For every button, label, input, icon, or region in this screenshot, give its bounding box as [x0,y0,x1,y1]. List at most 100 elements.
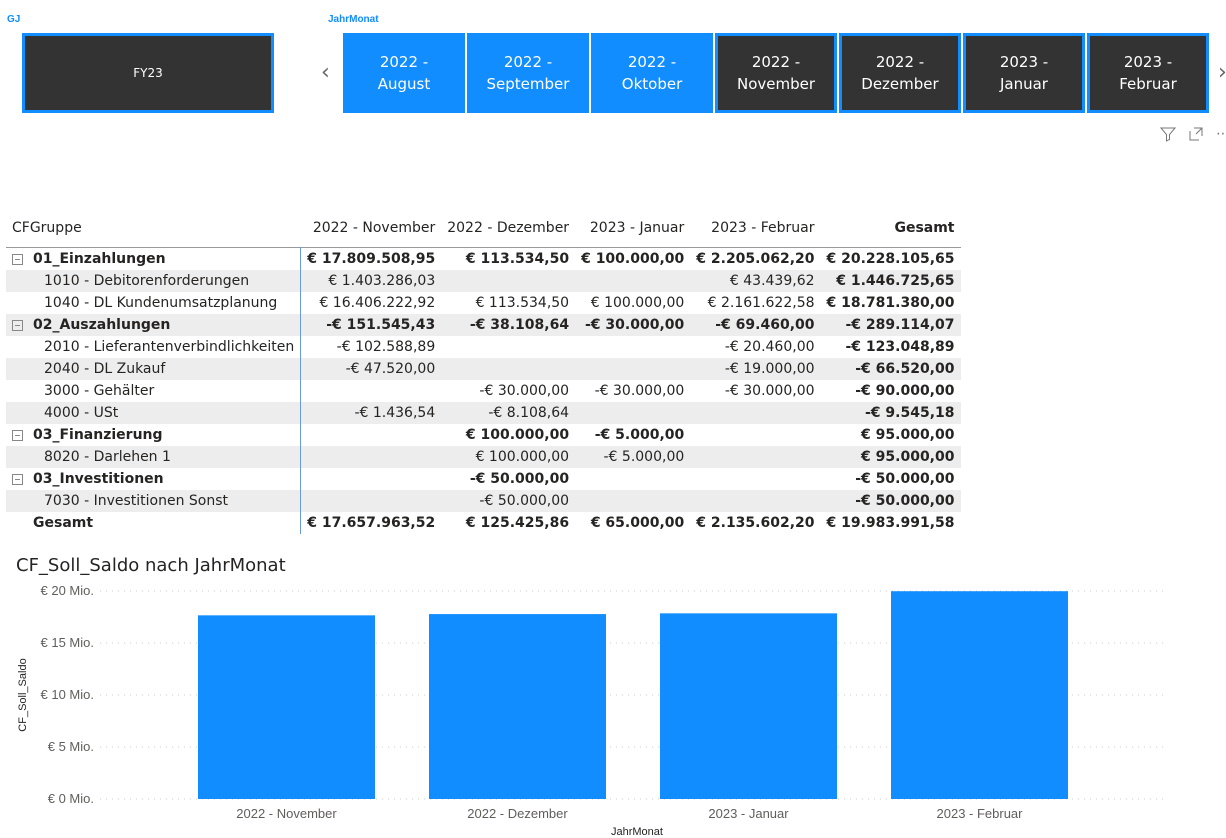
cell-value: € 95.000,00 [861,427,955,443]
cell-value: € 2.205.062,20 [696,251,815,267]
table-row: 1010 - Debitorenforderungen € 1.403.286,0… [6,270,961,292]
collapse-icon[interactable] [12,473,23,485]
cell-value [575,270,691,292]
row-label: 1040 - DL Kundenumsatzplanung [6,292,302,314]
slicer-month-tile[interactable]: 2022 - November [715,33,837,113]
collapse-icon[interactable] [12,319,23,331]
row-label-text: 2010 - Lieferantenverbindlichkeiten [44,339,295,355]
table-row: 03_Finanzierung € 100.000,00 -€ 5.000,00 € … [6,424,961,446]
x-axis-title: JahrMonat [611,826,663,838]
table-row: 3000 - Gehälter -€ 30.000,00 -€ 30.000,00 -… [6,380,961,402]
column-header[interactable]: 2023 - Januar [575,209,690,248]
row-label-text: 01_Einzahlungen [33,251,166,267]
cell-value: -€ 50.000,00 [855,471,955,487]
row-label: 2040 - DL Zukauf [6,358,302,380]
table-row: 1040 - DL Kundenumsatzplanung € 16.406.22… [6,292,961,314]
cell-value: € 2.135.602,20 [696,515,815,531]
tile-label: 2022 - Dezember [861,53,939,93]
cell-value [301,380,441,402]
row-label: 4000 - USt [6,402,302,424]
row-label: 8020 - Darlehen 1 [6,446,302,468]
cell-value: € 65.000,00 [590,515,685,531]
more-options-icon[interactable]: ⋯ [1216,126,1226,142]
cell-value [301,468,441,490]
slicer-month-tile[interactable]: 2022 - September [467,33,589,113]
cell-value: -€ 30.000,00 [724,383,815,399]
slicer-month-tile[interactable]: 2022 - Dezember [839,33,961,113]
cell-value: -€ 102.588,89 [336,339,436,355]
tile-label: 2022 - Oktober [621,53,683,93]
slicer-gj-tile[interactable]: FY23 [22,33,274,113]
row-label: 02_Auszahlungen [6,314,302,336]
row-label: 1010 - Debitorenforderungen [6,270,302,292]
cell-value: € 113.534,50 [475,295,570,311]
row-label: 2010 - Lieferantenverbindlichkeiten [6,336,302,358]
collapse-icon[interactable] [12,429,23,441]
bar [198,615,375,799]
matrix-visual: CFGruppe 2022 - November 2022 - Dezember 20… [6,209,961,534]
x-tick-label: 2023 - Februar [937,806,1024,821]
cell-value: € 16.406.222,92 [319,295,436,311]
row-label-text: 1040 - DL Kundenumsatzplanung [44,295,278,311]
column-header[interactable]: 2023 - Februar [690,209,820,248]
table-row: 01_Einzahlungen € 17.809.508,95 € 113.534,… [6,247,961,270]
cell-value: -€ 151.545,43 [300,314,442,336]
slicer-month-title: JahrMonat [328,14,379,25]
slicer-month-tile[interactable]: 2022 - Oktober [591,33,713,113]
slicer-month-tile[interactable]: 2023 - Februar [1087,33,1209,113]
filter-icon[interactable] [1160,126,1176,142]
bar [429,614,606,799]
table-row: 2010 - Lieferantenverbindlichkeiten -€ 10… [6,336,961,358]
cell-value: -€ 30.000,00 [594,383,685,399]
y-tick-label: € 5 Mio. [48,739,94,754]
column-header[interactable]: CFGruppe [6,209,301,248]
column-header[interactable]: 2022 - Dezember [441,209,575,248]
tile-label: 2022 - August [377,53,431,93]
cell-value: € 1.403.286,03 [300,270,442,292]
cell-value: -€ 19.000,00 [690,358,821,380]
cell-value: € 113.534,50 [465,251,570,267]
cell-value [690,490,821,512]
collapse-icon[interactable] [12,253,23,265]
chevron-right-icon[interactable]: › [1218,60,1226,85]
focus-mode-icon[interactable] [1188,126,1204,142]
tile-label: 2022 - September [486,53,570,93]
row-label-text: 3000 - Gehälter [44,383,155,399]
cell-value: € 100.000,00 [441,446,576,468]
cell-value [690,468,820,490]
row-label: 03_Finanzierung [6,424,302,446]
cell-value [690,424,820,446]
cell-value [300,490,442,512]
table-row: 4000 - USt -€ 1.436,54 -€ 8.108,64 -€ 9.545… [6,402,961,424]
cell-value: -€ 1.436,54 [300,402,442,424]
cell-value: € 19.983.991,58 [826,515,955,531]
slicer-month-tile[interactable]: 2023 - Januar [963,33,1085,113]
column-header[interactable]: 2022 - November [301,209,441,248]
slicer-month-tile[interactable]: 2022 - August [343,33,465,113]
row-label-text: Gesamt [33,515,94,531]
cell-value [441,270,576,292]
bar [891,591,1068,799]
slicer-gj-value: FY23 [133,66,163,80]
row-label-text: 4000 - USt [44,405,119,421]
chart-title: CF_Soll_Saldo nach JahrMonat [16,555,286,576]
row-label: 3000 - Gehälter [6,380,302,402]
row-label-text: 03_Finanzierung [33,427,163,443]
tile-label: 2023 - Januar [999,53,1049,93]
column-header[interactable]: Gesamt [821,209,961,248]
chevron-left-icon[interactable]: ‹ [321,60,330,85]
cell-value: € 100.000,00 [581,251,685,267]
cell-value [575,490,691,512]
x-tick-label: 2023 - Januar [708,806,789,821]
row-label: Gesamt [6,512,302,534]
y-tick-label: € 15 Mio. [41,635,94,650]
cell-value: -€ 69.460,00 [690,314,821,336]
cell-value: € 2.161.622,58 [707,295,815,311]
cell-value: -€ 47.520,00 [300,358,442,380]
cell-value [441,358,576,380]
cell-value [575,402,691,424]
cell-value: € 18.781.380,00 [826,295,955,311]
cell-value: -€ 30.000,00 [575,314,691,336]
cell-value: -€ 50.000,00 [441,490,576,512]
slicer-gj-title: GJ [7,14,21,25]
